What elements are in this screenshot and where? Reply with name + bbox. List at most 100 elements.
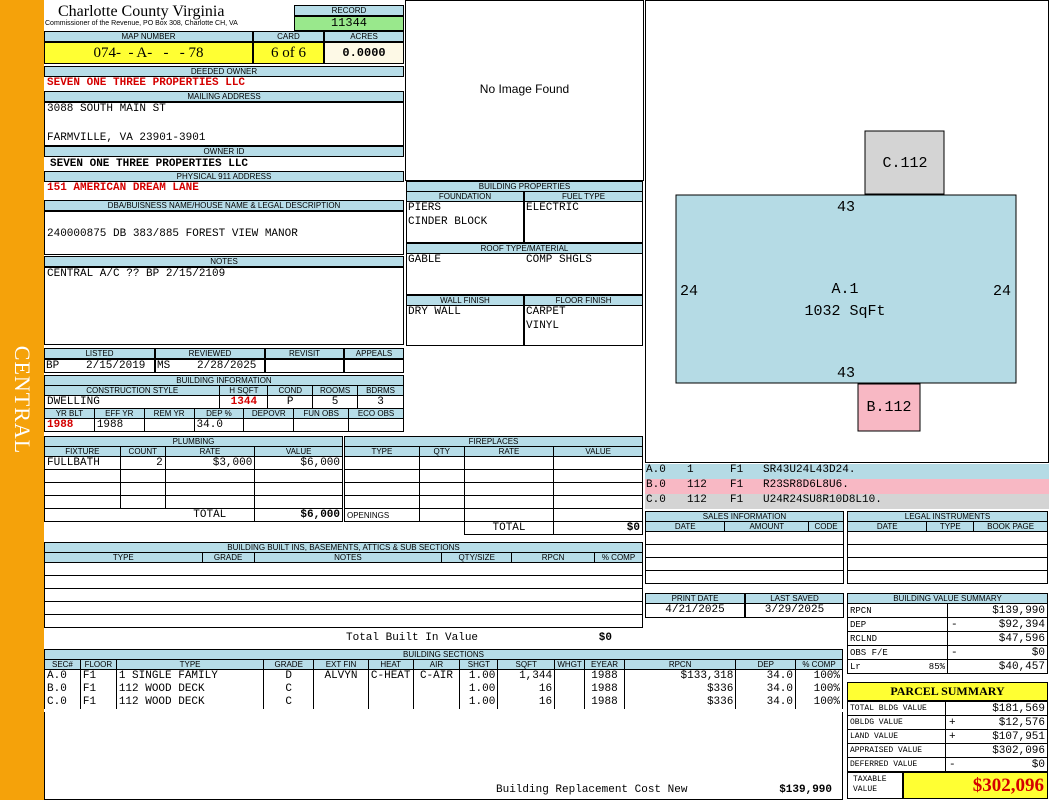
sec-h: TYPE xyxy=(115,659,265,670)
legend-sec: B.0 xyxy=(646,479,666,491)
revisit-label: REVISIT xyxy=(265,348,344,359)
plumbing-h4: VALUE xyxy=(254,446,343,457)
legend-num: 112 xyxy=(687,494,707,506)
sec-h: SQFT xyxy=(497,659,556,670)
sec-h: SHGT xyxy=(459,659,499,670)
reviewed-by: MS xyxy=(157,360,171,372)
section-cell xyxy=(554,695,586,709)
yrblt-label: YR BLT xyxy=(44,408,95,419)
hsqft-label: H SQFT xyxy=(219,385,269,396)
section-cell: 34.0 xyxy=(735,695,797,709)
section-cell: 16 xyxy=(497,682,556,696)
openings-label: OPENINGS xyxy=(344,508,420,522)
fireplace-cell xyxy=(553,482,643,496)
plumbing-h2: COUNT xyxy=(119,446,166,457)
legend-row-c: C.0 112 F1 U24R24SU8R10D8L10. xyxy=(645,494,1049,509)
section-cell xyxy=(412,682,461,696)
ps-tbv-label: TOTAL BLDG VALUE xyxy=(847,701,946,716)
fireplaces-total-label: TOTAL xyxy=(463,521,555,535)
section-cell: 1,344 xyxy=(497,669,556,683)
fireplace-cell xyxy=(463,456,555,470)
section-cell xyxy=(554,669,586,683)
depovr-label: DEPOVR xyxy=(243,408,295,419)
bvs-dep: $92,394 xyxy=(998,618,1045,631)
ps-obv-cell: + $12,576 xyxy=(945,715,1048,730)
roof-1: GABLE xyxy=(408,254,442,266)
roof-box xyxy=(406,253,643,295)
revisit-cell xyxy=(265,359,344,373)
effyr-value: 1988 xyxy=(93,418,145,432)
plumbing-total-spacer xyxy=(44,508,166,522)
section-c-label: C.112 xyxy=(882,155,927,172)
mailing-label: MAILING ADDRESS xyxy=(44,91,404,102)
fireplace-cell xyxy=(418,495,465,509)
fuel-value: ELECTRIC xyxy=(526,202,579,214)
fireplace-cell xyxy=(553,469,643,483)
notes-label: NOTES xyxy=(44,256,404,267)
card-value: 6 of 6 xyxy=(253,42,324,64)
bvs-lr-cell: Lr 85% xyxy=(847,659,948,674)
taxable-value: $302,096 xyxy=(903,772,1048,799)
funobs-label: FUN OBS xyxy=(293,408,350,419)
county-title: Charlotte County Virginia xyxy=(58,3,225,20)
sales-row xyxy=(645,544,844,558)
rooms-value: 5 xyxy=(312,395,359,409)
plumbing-cell xyxy=(254,495,343,509)
sales-table: DATE AMOUNT CODE xyxy=(644,521,844,584)
plumbing-table: FIXTURE COUNT RATE VALUE FULLBATH 2 $3,0… xyxy=(44,446,343,522)
fireplaces-h1: TYPE xyxy=(344,446,420,457)
builtins-table: TYPE GRADE NOTES QTY/SIZE RPCN % COMP xyxy=(44,552,643,628)
cs-label: CONSTRUCTION STYLE xyxy=(43,385,221,396)
plumbing-count: 2 xyxy=(119,456,166,470)
legal-h1: DATE xyxy=(846,521,928,532)
dep-label: DEP % xyxy=(193,408,245,419)
bdrms-value: 3 xyxy=(357,395,404,409)
dim-right: 24 xyxy=(993,283,1011,300)
ps-av: $302,096 xyxy=(945,743,1048,758)
section-cell: ALVYN xyxy=(313,669,369,683)
legend-num: 112 xyxy=(687,479,707,491)
acres-value: 0.0000 xyxy=(324,42,404,64)
plumbing-total-label: TOTAL xyxy=(165,508,256,522)
plumbing-cell xyxy=(254,469,343,483)
plumbing-cell xyxy=(44,469,121,483)
fireplaces-h2: QTY xyxy=(418,446,465,457)
physical-label: PHYSICAL 911 ADDRESS xyxy=(44,171,404,182)
ps-obv: $12,576 xyxy=(998,716,1045,729)
dim-left: 24 xyxy=(680,283,698,300)
section-cell: 1 SINGLE FAMILY xyxy=(115,669,265,683)
legal-row xyxy=(847,531,1048,545)
brcn-value: $139,990 xyxy=(779,784,832,796)
ps-dv-label: DEFERRED VALUE xyxy=(847,757,946,772)
section-row: B.0 F1 112 WOOD DECK C 1.00 16 1988 $336 34.0 100… xyxy=(44,682,843,696)
plumbing-cell xyxy=(164,495,256,509)
cond-value: P xyxy=(267,395,314,409)
wall-value: DRY WALL xyxy=(408,306,461,318)
section-cell xyxy=(367,695,414,709)
builtins-h2: GRADE xyxy=(201,552,255,563)
mailing-line2: FARMVILLE, VA 23901-3901 xyxy=(47,132,206,144)
fireplace-cell xyxy=(418,469,465,483)
owner-id-label: OWNER ID xyxy=(44,146,404,157)
section-cell: $336 xyxy=(623,695,737,709)
rooms-label: ROOMS xyxy=(312,385,359,396)
legend-floor: F1 xyxy=(730,479,744,491)
physical-address: 151 AMERICAN DREAM LANE xyxy=(47,182,199,194)
cond-label: COND xyxy=(267,385,314,396)
builtins-h1: TYPE xyxy=(44,552,203,563)
bvs-obs: $0 xyxy=(1031,646,1045,659)
fireplace-cell xyxy=(344,495,420,509)
foundation-2: CINDER BLOCK xyxy=(408,216,488,228)
section-cell: C-AIR xyxy=(412,669,461,683)
fireplaces-total: $0 xyxy=(553,521,643,535)
owner-id: SEVEN ONE THREE PROPERTIES LLC xyxy=(50,158,249,170)
last-saved: 3/29/2025 xyxy=(745,603,844,618)
legend-floor: F1 xyxy=(730,494,744,506)
legend-floor: F1 xyxy=(730,464,744,476)
section-cell: 1988 xyxy=(584,669,625,683)
print-date: 4/21/2025 xyxy=(645,603,745,618)
legend-code: U24R24SU8R10D8L10. xyxy=(763,494,882,506)
no-image-text: No Image Found xyxy=(479,82,570,96)
dba-label: DBA/BUISNESS NAME/HOUSE NAME & LEGAL DES… xyxy=(44,200,404,211)
bvs-rpcn: $139,990 xyxy=(947,603,1048,618)
